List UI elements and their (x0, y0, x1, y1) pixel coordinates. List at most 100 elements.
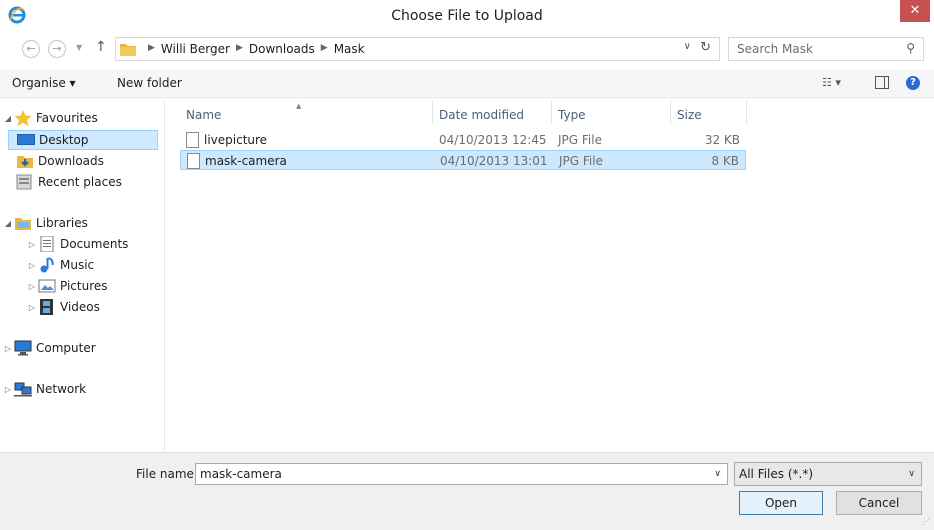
file-type: JPG File (558, 133, 602, 147)
column-header-type[interactable]: Type (558, 108, 586, 122)
file-name-label: File name: (136, 467, 198, 481)
chevron-down-icon[interactable]: ∨ (908, 469, 915, 479)
sidebar-item-label: Libraries (36, 216, 88, 230)
sidebar-item-label: Downloads (38, 154, 104, 168)
resize-grip-icon[interactable]: ⋰ (922, 517, 930, 526)
videos-film-icon (40, 299, 53, 315)
sidebar-item-label: Desktop (39, 133, 89, 147)
downloads-folder-icon (17, 156, 33, 168)
desktop-icon (17, 134, 35, 145)
column-header-size[interactable]: Size (677, 108, 702, 122)
sidebar-item-videos[interactable]: ▷ Videos (26, 297, 100, 317)
sidebar-item-label: Videos (60, 300, 100, 314)
sidebar-item-pictures[interactable]: ▷ Pictures (26, 276, 108, 296)
refresh-icon[interactable]: ↻ (700, 40, 711, 55)
breadcrumb: ▶ Willi Berger ▶ Downloads ▶ Mask (142, 42, 365, 56)
sidebar-item-music[interactable]: ▷ Music (26, 255, 94, 275)
column-divider[interactable] (670, 100, 671, 124)
file-type-filter-select[interactable]: All Files (*.*) ∨ (734, 462, 922, 486)
file-list: ▲ Name Date modified Type Size livepictu… (166, 100, 934, 452)
collapsed-arrow-icon[interactable]: ▷ (26, 240, 38, 249)
column-header-date-modified[interactable]: Date modified (439, 108, 524, 122)
file-size: 8 KB (711, 154, 739, 168)
recent-locations-dropdown-icon[interactable]: ▼ (76, 43, 82, 52)
back-icon[interactable]: ← (22, 40, 40, 58)
sidebar-item-label: Network (36, 382, 87, 396)
dialog-footer: File name: mask-camera ∨ All Files (*.*)… (0, 452, 934, 530)
forward-icon[interactable]: → (48, 40, 66, 58)
table-row-selected[interactable]: mask-camera 04/10/2013 13:01 JPG File 8 … (180, 150, 746, 170)
preview-pane-icon[interactable] (875, 76, 889, 89)
chevron-down-icon[interactable]: ∨ (714, 469, 721, 479)
collapsed-arrow-icon[interactable]: ▷ (2, 385, 14, 394)
pictures-icon (38, 279, 56, 293)
collapsed-arrow-icon[interactable]: ▷ (2, 344, 14, 353)
libraries-icon (15, 218, 31, 230)
sidebar-item-network[interactable]: ▷ Network (2, 379, 86, 399)
music-note-icon (40, 257, 54, 273)
breadcrumb-separator-icon: ▶ (148, 43, 155, 53)
expanded-arrow-icon[interactable]: ◢ (2, 114, 14, 123)
address-bar[interactable]: ▶ Willi Berger ▶ Downloads ▶ Mask ∨ ↻ (115, 37, 720, 61)
sidebar-item-recent-places[interactable]: Recent places (8, 172, 122, 192)
file-upload-dialog: Choose File to Upload ✕ ← → ▼ ↑ ▶ Willi … (0, 0, 934, 530)
address-dropdown-icon[interactable]: ∨ (684, 41, 691, 52)
cancel-button[interactable]: Cancel (836, 491, 922, 515)
file-icon (186, 132, 199, 148)
open-button[interactable]: Open (739, 491, 823, 515)
column-divider[interactable] (551, 100, 552, 124)
file-date-modified: 04/10/2013 12:45 (439, 133, 547, 147)
new-folder-button[interactable]: New folder (117, 76, 182, 90)
sidebar-item-computer[interactable]: ▷ Computer (2, 338, 96, 358)
table-row[interactable]: livepicture 04/10/2013 12:45 JPG File 32… (180, 130, 746, 150)
column-header-name[interactable]: Name (186, 108, 221, 122)
sidebar-item-downloads[interactable]: Downloads (8, 151, 104, 171)
sort-ascending-icon: ▲ (296, 102, 302, 110)
breadcrumb-item[interactable]: Downloads (249, 42, 315, 56)
command-toolbar: Organise ▾ New folder ☷ ▾ ? (0, 70, 934, 98)
file-size: 32 KB (704, 133, 740, 147)
file-type-filter-value: All Files (*.*) (739, 467, 814, 481)
file-type: JPG File (559, 154, 603, 168)
sidebar-item-libraries[interactable]: ◢ Libraries (2, 213, 88, 233)
breadcrumb-item[interactable]: Willi Berger (161, 42, 230, 56)
organise-button[interactable]: Organise ▾ (12, 76, 76, 90)
search-icon[interactable]: ⚲ (906, 41, 915, 55)
collapsed-arrow-icon[interactable]: ▷ (26, 261, 38, 270)
sidebar-item-label: Computer (36, 341, 96, 355)
navigation-pane: ◢ Favourites Desktop Downloads Recent pl… (0, 100, 165, 452)
window-title: Choose File to Upload (391, 8, 543, 24)
breadcrumb-item[interactable]: Mask (334, 42, 365, 56)
network-icon (14, 382, 32, 397)
collapsed-arrow-icon[interactable]: ▷ (26, 282, 38, 291)
address-row: ← → ▼ ↑ ▶ Willi Berger ▶ Downloads ▶ Mas… (0, 34, 934, 64)
sidebar-item-label: Pictures (60, 279, 108, 293)
search-box[interactable]: Search Mask ⚲ (728, 37, 924, 61)
file-name-input[interactable]: mask-camera (200, 467, 282, 481)
file-name: mask-camera (205, 154, 287, 168)
file-icon (187, 153, 200, 169)
file-name: livepicture (204, 133, 268, 147)
expanded-arrow-icon[interactable]: ◢ (2, 219, 14, 228)
title-bar: Choose File to Upload ✕ (0, 0, 934, 32)
column-divider[interactable] (746, 100, 747, 124)
file-date-modified: 04/10/2013 13:01 (440, 154, 548, 168)
breadcrumb-separator-icon: ▶ (320, 43, 328, 53)
column-divider[interactable] (432, 100, 433, 124)
up-arrow-icon[interactable]: ↑ (95, 39, 107, 55)
sidebar-item-favourites[interactable]: ◢ Favourites (2, 108, 98, 128)
sidebar-item-documents[interactable]: ▷ Documents (26, 234, 128, 254)
search-input[interactable]: Search Mask (737, 42, 813, 56)
sidebar-item-label: Recent places (38, 175, 122, 189)
close-button[interactable]: ✕ (900, 0, 930, 22)
change-view-icon[interactable]: ☷ ▾ (822, 76, 841, 89)
help-icon[interactable]: ? (906, 76, 920, 90)
sidebar-item-desktop[interactable]: Desktop (8, 130, 158, 150)
sidebar-item-label: Favourites (36, 111, 98, 125)
sidebar-item-label: Documents (60, 237, 129, 251)
file-name-field[interactable]: mask-camera ∨ (195, 463, 728, 485)
documents-icon (40, 236, 54, 252)
collapsed-arrow-icon[interactable]: ▷ (26, 303, 38, 312)
recent-places-icon (16, 174, 32, 190)
computer-icon (14, 340, 32, 356)
